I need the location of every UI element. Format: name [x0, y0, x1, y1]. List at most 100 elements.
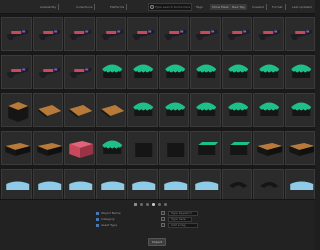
asset-tile[interactable] — [284, 17, 315, 51]
asset-tile[interactable] — [158, 93, 189, 127]
row-category[interactable]: Category — [96, 217, 115, 221]
asset-tile[interactable] — [253, 17, 284, 51]
asset-tile[interactable] — [95, 169, 126, 203]
asset-tile[interactable] — [127, 169, 158, 203]
asset-tile[interactable] — [1, 131, 32, 165]
asset-tile[interactable] — [158, 131, 189, 165]
asset-tile[interactable] — [253, 93, 284, 127]
option-checkbox-3[interactable] — [161, 223, 165, 227]
asset-tile[interactable] — [284, 169, 315, 203]
asset-tile[interactable] — [158, 17, 189, 51]
asset-tile[interactable] — [190, 169, 221, 203]
page-dot[interactable] — [164, 203, 167, 206]
crate-thumbnail — [288, 143, 314, 156]
blob-thumbnail — [290, 64, 311, 78]
tag-field[interactable]: Add a tag — [168, 223, 198, 228]
crate-thumbnail — [5, 143, 31, 156]
asset-tile[interactable] — [95, 131, 126, 165]
asset-tile[interactable] — [253, 55, 284, 89]
weapon-thumbnail — [6, 30, 29, 40]
asset-tile[interactable] — [284, 93, 315, 127]
bottom-panel: Object Name Category Asset Type Type key… — [0, 199, 315, 250]
asset-tile[interactable] — [64, 131, 95, 165]
asset-tile[interactable] — [284, 131, 315, 165]
asset-tile[interactable] — [190, 17, 221, 51]
blob-thumbnail — [133, 102, 154, 116]
asset-tile[interactable] — [64, 169, 95, 203]
asset-tile[interactable] — [158, 169, 189, 203]
asset-tile[interactable] — [221, 55, 252, 89]
blob-thumbnail — [227, 102, 248, 116]
slab-thumbnail — [69, 105, 93, 118]
weapon-thumbnail — [163, 30, 186, 40]
search-box[interactable] — [148, 3, 192, 11]
weapon-thumbnail — [132, 30, 155, 40]
asset-tile[interactable] — [221, 131, 252, 165]
name-field[interactable]: Type here — [168, 217, 192, 222]
asset-tile[interactable] — [95, 17, 126, 51]
row-label: Object Name — [101, 211, 121, 215]
weapon-thumbnail — [6, 68, 29, 78]
asset-tile[interactable] — [1, 93, 32, 127]
asset-tile[interactable] — [221, 93, 252, 127]
weapon-thumbnail — [289, 30, 312, 40]
show-mask-chip[interactable]: Show Mask — [210, 4, 231, 10]
asset-tile[interactable] — [127, 93, 158, 127]
blob-thumbnail — [164, 102, 185, 116]
filter-platforms[interactable]: Platforms — [110, 4, 128, 10]
asset-tile[interactable] — [64, 17, 95, 51]
filter-collections[interactable]: Collections — [76, 4, 96, 10]
asset-tile[interactable] — [1, 55, 32, 89]
asset-tile[interactable] — [32, 93, 63, 127]
asset-tile[interactable] — [221, 17, 252, 51]
page-indicator — [134, 202, 167, 207]
page-dot[interactable] — [140, 203, 143, 206]
row-object-name[interactable]: Object Name — [96, 211, 121, 215]
asset-tile[interactable] — [253, 131, 284, 165]
asset-tile[interactable] — [32, 131, 63, 165]
blob-thumbnail — [259, 102, 280, 116]
new-tag-chip[interactable]: New Tag — [230, 4, 247, 10]
blob-thumbnail — [196, 102, 217, 116]
top-toolbar: Availability Collections Platforms Tags … — [0, 0, 315, 14]
asset-tile[interactable] — [253, 169, 284, 203]
asset-tile[interactable] — [64, 55, 95, 89]
page-dot[interactable] — [152, 203, 155, 206]
asset-tile[interactable] — [1, 169, 32, 203]
option-checkbox-2[interactable] — [161, 217, 165, 221]
asset-tile[interactable] — [127, 17, 158, 51]
asset-tile[interactable] — [95, 93, 126, 127]
asset-tile[interactable] — [190, 131, 221, 165]
weapon-thumbnail — [258, 30, 281, 40]
filter-availability[interactable]: Availability — [40, 4, 60, 10]
filter-format[interactable]: Format — [272, 4, 286, 10]
asset-grid — [0, 14, 315, 203]
asset-tile[interactable] — [221, 169, 252, 203]
sort-dropdown[interactable]: Last updated — [292, 4, 312, 10]
asset-tile[interactable] — [1, 17, 32, 51]
asset-tile[interactable] — [32, 55, 63, 89]
import-button[interactable]: Import — [148, 238, 166, 246]
page-dot[interactable] — [158, 203, 161, 206]
blob-thumbnail — [164, 64, 185, 78]
asset-tile[interactable] — [32, 169, 63, 203]
keyword-field[interactable]: Type keyword — [168, 211, 198, 216]
asset-tile[interactable] — [127, 55, 158, 89]
asset-tile[interactable] — [64, 93, 95, 127]
asset-tile[interactable] — [190, 55, 221, 89]
filter-created[interactable]: Created — [252, 4, 267, 10]
option-checkbox-1[interactable] — [161, 211, 165, 215]
row-asset-type[interactable]: Asset Type — [96, 223, 117, 227]
asset-tile[interactable] — [127, 131, 158, 165]
asset-type-icon — [96, 223, 99, 227]
asset-tile[interactable] — [190, 93, 221, 127]
asset-tile[interactable] — [284, 55, 315, 89]
asset-tile[interactable] — [158, 55, 189, 89]
search-input[interactable] — [155, 4, 191, 10]
asset-tile[interactable] — [32, 17, 63, 51]
asset-tile[interactable] — [95, 55, 126, 89]
blob-thumbnail — [259, 64, 280, 78]
page-dot[interactable] — [146, 203, 149, 206]
crate-thumbnail — [257, 143, 283, 156]
page-dot[interactable] — [134, 203, 137, 206]
